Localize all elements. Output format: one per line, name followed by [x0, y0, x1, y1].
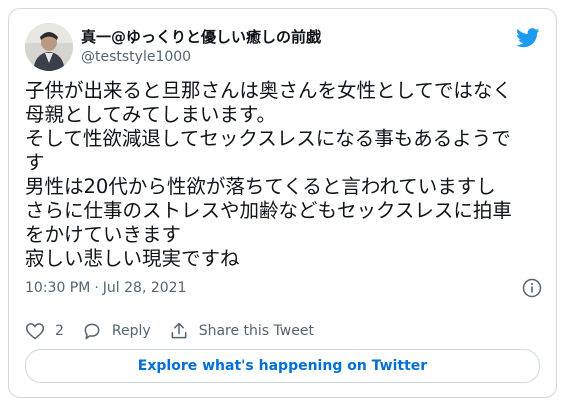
- reply-label: Reply: [111, 323, 151, 339]
- author-display-name[interactable]: 真一@ゆっくりと優しい癒しの前戯: [81, 27, 321, 47]
- share-button[interactable]: Share this Tweet: [169, 321, 314, 341]
- like-button[interactable]: 2: [25, 321, 64, 341]
- twitter-bird-icon[interactable]: [516, 25, 540, 49]
- heart-icon: [25, 323, 45, 340]
- author-handle[interactable]: @teststyle1000: [81, 47, 321, 67]
- tweet-header: 真一@ゆっくりと優しい癒しの前戯 @teststyle1000: [25, 21, 540, 73]
- tweet-timestamp[interactable]: 10:30 PM · Jul 28, 2021: [25, 279, 186, 297]
- share-upload-icon: [171, 322, 187, 339]
- like-count: 2: [55, 323, 64, 339]
- tweet-text: 子供が出来ると旦那さんは奥さんを女性としてではなく 母親としてみてしまいます。 …: [25, 79, 512, 270]
- share-label: Share this Tweet: [198, 323, 314, 339]
- avatar-image: [25, 23, 73, 71]
- tweet-card: 真一@ゆっくりと優しい癒しの前戯 @teststyle1000 子供が出来ると旦…: [8, 8, 557, 398]
- info-icon[interactable]: [522, 278, 542, 298]
- tweet-actions: 2 Reply Share this Tweet: [25, 319, 332, 343]
- meta-separator: ·: [94, 280, 99, 296]
- reply-button[interactable]: Reply: [82, 321, 151, 341]
- explore-twitter-button[interactable]: Explore what's happening on Twitter: [25, 349, 540, 383]
- tweet-time[interactable]: 10:30 PM: [25, 280, 90, 296]
- tweet-date[interactable]: Jul 28, 2021: [103, 280, 187, 296]
- author-names: 真一@ゆっくりと優しい癒しの前戯 @teststyle1000: [81, 27, 321, 67]
- reply-bubble-icon: [84, 323, 100, 340]
- avatar[interactable]: [25, 23, 73, 71]
